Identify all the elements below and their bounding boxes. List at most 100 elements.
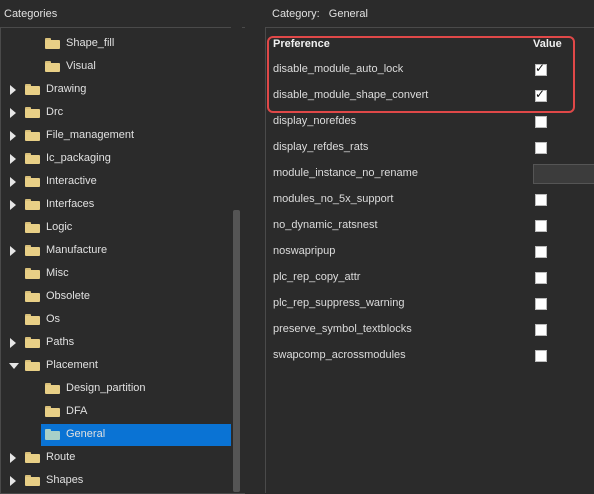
chevron-right-icon[interactable]: [10, 246, 16, 256]
chevron-right-icon[interactable]: [10, 338, 16, 348]
preference-row-display-norefdes: display_norefdes: [273, 111, 594, 133]
chevron-right-icon[interactable]: [10, 177, 16, 187]
chevron-right-icon[interactable]: [10, 476, 16, 486]
value-checkbox[interactable]: [535, 116, 547, 128]
tree-item-label: Drawing: [46, 83, 87, 95]
chevron-right-icon[interactable]: [10, 108, 16, 118]
tree-item-placement[interactable]: Placement: [1, 355, 235, 377]
value-checkbox[interactable]: [535, 142, 547, 154]
chevron-right-icon[interactable]: [10, 131, 16, 141]
tree-item-label: Design_partition: [66, 382, 146, 394]
chevron-right-icon[interactable]: [10, 85, 16, 95]
tree-item-misc[interactable]: Misc: [1, 263, 235, 285]
tree-item-label: DFA: [66, 405, 88, 417]
tree-item-label: General: [66, 428, 106, 440]
tree-item-route[interactable]: Route: [1, 447, 235, 469]
preference-name: no_dynamic_ratsnest: [273, 219, 378, 231]
tree-item-file-management[interactable]: File_management: [1, 125, 235, 147]
folder-icon: [25, 291, 40, 302]
category-header: Category: General: [272, 8, 368, 20]
category-tree[interactable]: Shape_fill Visual Drawing Drc File_managemen…: [0, 27, 245, 494]
chevron-right-icon[interactable]: [10, 453, 16, 463]
value-checkbox[interactable]: [535, 350, 547, 362]
tree-item-label: Os: [46, 313, 61, 325]
tree-item-label: Interfaces: [46, 198, 95, 210]
folder-icon: [25, 475, 40, 486]
chevron-down-icon[interactable]: [9, 363, 19, 369]
tree-item-label: Visual: [66, 60, 96, 72]
folder-icon: [45, 61, 60, 72]
preference-row-plc-rep-copy-attr: plc_rep_copy_attr: [273, 267, 594, 289]
annotation-highlight-box: [267, 36, 575, 113]
preference-name: module_instance_no_rename: [273, 167, 418, 179]
chevron-right-icon[interactable]: [10, 200, 16, 210]
tree-item-drawing[interactable]: Drawing: [1, 79, 235, 101]
preference-name: swapcomp_acrossmodules: [273, 349, 406, 361]
preference-name: noswapripup: [273, 245, 336, 257]
scrollbar-thumb[interactable]: [233, 210, 240, 492]
tree-item-ic-packaging[interactable]: Ic_packaging: [1, 148, 235, 170]
tree-item-label: Ic_packaging: [46, 152, 111, 164]
tree-item-logic[interactable]: Logic: [1, 217, 235, 239]
tree-item-general[interactable]: General: [1, 424, 235, 446]
preference-name: plc_rep_suppress_warning: [273, 297, 405, 309]
folder-icon: [25, 268, 40, 279]
folder-icon: [25, 245, 40, 256]
preference-row-module-instance-no-rename: module_instance_no_rename: [273, 163, 594, 185]
preference-row-display-refdes-rats: display_refdes_rats: [273, 137, 594, 159]
folder-icon: [25, 222, 40, 233]
value-checkbox[interactable]: [535, 246, 547, 258]
tree-item-paths[interactable]: Paths: [1, 332, 235, 354]
chevron-right-icon[interactable]: [10, 154, 16, 164]
preference-name: modules_no_5x_support: [273, 193, 394, 205]
tree-item-visual[interactable]: Visual: [1, 56, 235, 78]
preference-row-no-dynamic-ratsnest: no_dynamic_ratsnest: [273, 215, 594, 237]
folder-icon: [25, 199, 40, 210]
folder-icon: [25, 360, 40, 371]
tree-item-label: Placement: [46, 359, 98, 371]
tree-scrollbar[interactable]: [231, 27, 242, 492]
preference-name: preserve_symbol_textblocks: [273, 323, 412, 335]
tree-item-label: Drc: [46, 106, 64, 118]
folder-icon: [45, 406, 60, 417]
preference-name: plc_rep_copy_attr: [273, 271, 361, 283]
tree-item-label: Shape_fill: [66, 37, 115, 49]
preference-row-noswapripup: noswapripup: [273, 241, 594, 263]
tree-item-label: Route: [46, 451, 76, 463]
folder-icon: [25, 153, 40, 164]
category-label: Category:: [272, 8, 320, 20]
value-checkbox[interactable]: [535, 272, 547, 284]
tree-item-os[interactable]: Os: [1, 309, 235, 331]
value-checkbox[interactable]: [535, 194, 547, 206]
tree-item-shape-fill[interactable]: Shape_fill: [1, 33, 235, 55]
tree-item-interactive[interactable]: Interactive: [1, 171, 235, 193]
preference-row-modules-no-5x-support: modules_no_5x_support: [273, 189, 594, 211]
folder-icon: [25, 84, 40, 95]
tree-item-dfa[interactable]: DFA: [1, 401, 235, 423]
folder-icon: [25, 314, 40, 325]
tree-item-obsolete[interactable]: Obsolete: [1, 286, 235, 308]
tree-item-manufacture[interactable]: Manufacture: [1, 240, 235, 262]
preference-name: display_refdes_rats: [273, 141, 369, 153]
value-text-field[interactable]: [533, 164, 594, 184]
tree-item-label: Logic: [46, 221, 73, 233]
preference-name: display_norefdes: [273, 115, 357, 127]
value-checkbox[interactable]: [535, 324, 547, 336]
folder-icon: [25, 107, 40, 118]
tree-item-design-partition[interactable]: Design_partition: [1, 378, 235, 400]
tree-item-label: Paths: [46, 336, 75, 348]
tree-item-label: Misc: [46, 267, 69, 279]
value-checkbox[interactable]: [535, 298, 547, 310]
folder-icon: [45, 383, 60, 394]
tree-item-drc[interactable]: Drc: [1, 102, 235, 124]
tree-item-interfaces[interactable]: Interfaces: [1, 194, 235, 216]
preference-row-plc-rep-suppress-warning: plc_rep_suppress_warning: [273, 293, 594, 315]
folder-icon: [25, 176, 40, 187]
tree-item-shapes[interactable]: Shapes: [1, 470, 235, 492]
folder-icon: [45, 429, 60, 440]
category-value: General: [328, 8, 368, 20]
value-checkbox[interactable]: [535, 220, 547, 232]
folder-icon: [45, 38, 60, 49]
tree-item-label: Manufacture: [46, 244, 108, 256]
preference-row-swapcomp-acrossmodules: swapcomp_acrossmodules: [273, 345, 594, 367]
